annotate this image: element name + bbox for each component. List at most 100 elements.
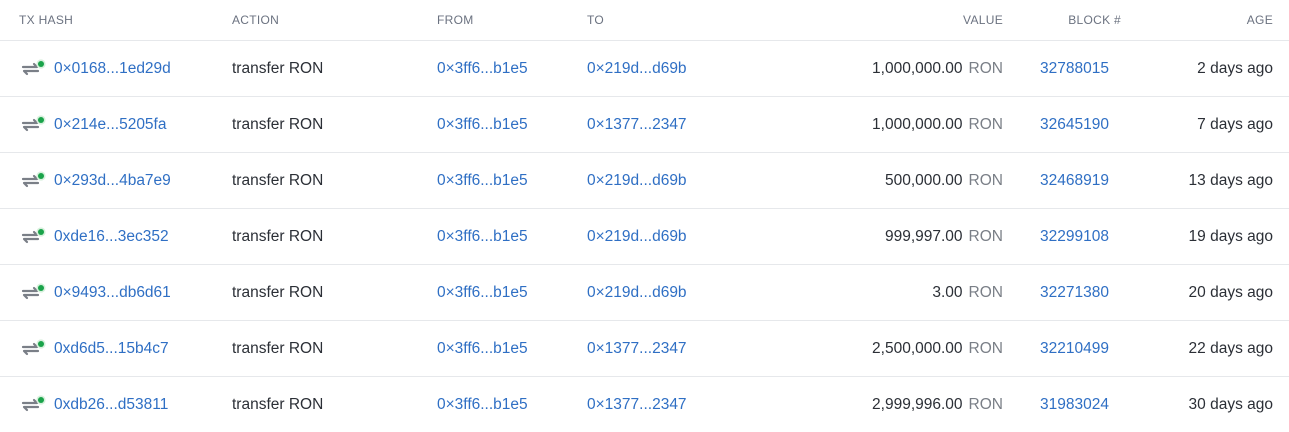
tx-hash-link[interactable]: 0×9493...db6d61 <box>54 283 171 303</box>
age-text: 19 days ago <box>1188 228 1273 245</box>
action-text: transfer RON <box>232 284 324 301</box>
to-address-link[interactable]: 0×219d...d69b <box>587 283 687 303</box>
table-row: 0×9493...db6d61 transfer RON 0×3ff6...b1… <box>0 265 1289 321</box>
value-unit: RON <box>968 228 1003 245</box>
action-text: transfer RON <box>232 116 324 133</box>
block-number-link[interactable]: 32645190 <box>1040 115 1109 135</box>
to-address-link[interactable]: 0×1377...2347 <box>587 395 687 415</box>
value-amount: 2,500,000.00 <box>872 340 963 357</box>
transfer-icon <box>20 395 46 415</box>
value-amount: 500,000.00 <box>884 172 963 189</box>
transactions-table: TX HASH ACTION FROM TO VALUE BLOCK # AGE… <box>0 0 1289 432</box>
transfer-icon <box>20 171 46 191</box>
status-success-icon <box>38 61 44 67</box>
transfer-icon <box>20 59 46 79</box>
column-header-value: VALUE <box>963 13 1003 27</box>
transfer-icon-svg <box>21 115 46 132</box>
status-success-icon <box>38 341 44 347</box>
value-cell: 1,000,000.00 RON <box>872 59 1003 79</box>
from-address-link[interactable]: 0×3ff6...b1e5 <box>437 115 528 135</box>
action-text: transfer RON <box>232 396 324 413</box>
value-cell: 1,000,000.00 RON <box>872 115 1003 135</box>
transfer-icon <box>20 115 46 135</box>
block-number-link[interactable]: 32468919 <box>1040 171 1109 191</box>
block-number-link[interactable]: 32210499 <box>1040 339 1109 359</box>
action-text: transfer RON <box>232 60 324 77</box>
action-text: transfer RON <box>232 340 324 357</box>
value-unit: RON <box>968 172 1003 189</box>
column-header-action: ACTION <box>232 13 280 27</box>
transfer-icon-svg <box>21 171 46 188</box>
to-address-link[interactable]: 0×1377...2347 <box>587 339 687 359</box>
action-text: transfer RON <box>232 172 324 189</box>
status-success-icon <box>38 397 44 403</box>
value-amount: 3.00 <box>932 284 963 301</box>
age-text: 13 days ago <box>1188 172 1273 189</box>
value-unit: RON <box>968 340 1003 357</box>
age-text: 2 days ago <box>1197 60 1273 77</box>
from-address-link[interactable]: 0×3ff6...b1e5 <box>437 59 528 79</box>
column-header-tx-hash: TX HASH <box>19 13 74 27</box>
block-number-link[interactable]: 32788015 <box>1040 59 1109 79</box>
value-cell: 2,999,996.00 RON <box>872 395 1003 415</box>
value-unit: RON <box>968 116 1003 133</box>
transfer-icon-svg <box>21 59 46 76</box>
table-header: TX HASH ACTION FROM TO VALUE BLOCK # AGE <box>0 0 1289 41</box>
from-address-link[interactable]: 0×3ff6...b1e5 <box>437 395 528 415</box>
from-address-link[interactable]: 0×3ff6...b1e5 <box>437 171 528 191</box>
value-cell: 500,000.00 RON <box>885 171 1003 191</box>
from-address-link[interactable]: 0×3ff6...b1e5 <box>437 283 528 303</box>
value-cell: 2,500,000.00 RON <box>872 339 1003 359</box>
value-amount: 2,999,996.00 <box>872 396 963 413</box>
column-header-to: TO <box>587 13 605 27</box>
age-text: 7 days ago <box>1197 116 1273 133</box>
value-unit: RON <box>968 60 1003 77</box>
to-address-link[interactable]: 0×219d...d69b <box>587 59 687 79</box>
column-header-from: FROM <box>437 13 474 27</box>
table-row: 0xd6d5...15b4c7 transfer RON 0×3ff6...b1… <box>0 321 1289 377</box>
status-success-icon <box>38 285 44 291</box>
column-header-block: BLOCK # <box>1068 13 1121 27</box>
transfer-icon <box>20 227 46 247</box>
table-row: 0×214e...5205fa transfer RON 0×3ff6...b1… <box>0 97 1289 153</box>
status-success-icon <box>38 229 44 235</box>
tx-hash-link[interactable]: 0×214e...5205fa <box>54 115 166 135</box>
age-text: 30 days ago <box>1188 396 1273 413</box>
value-unit: RON <box>968 284 1003 301</box>
table-body: 0×0168...1ed29d transfer RON 0×3ff6...b1… <box>0 41 1289 432</box>
table-row: 0×293d...4ba7e9 transfer RON 0×3ff6...b1… <box>0 153 1289 209</box>
transfer-icon-svg <box>21 283 46 300</box>
transfer-icon-svg <box>21 227 46 244</box>
tx-hash-link[interactable]: 0xde16...3ec352 <box>54 227 169 247</box>
to-address-link[interactable]: 0×219d...d69b <box>587 171 687 191</box>
from-address-link[interactable]: 0×3ff6...b1e5 <box>437 227 528 247</box>
to-address-link[interactable]: 0×1377...2347 <box>587 115 687 135</box>
value-amount: 999,997.00 <box>884 228 963 245</box>
block-number-link[interactable]: 32271380 <box>1040 283 1109 303</box>
table-row: 0xde16...3ec352 transfer RON 0×3ff6...b1… <box>0 209 1289 265</box>
tx-hash-link[interactable]: 0×293d...4ba7e9 <box>54 171 171 191</box>
value-cell: 999,997.00 RON <box>885 227 1003 247</box>
column-header-age: AGE <box>1246 13 1273 27</box>
value-amount: 1,000,000.00 <box>872 60 963 77</box>
block-number-link[interactable]: 32299108 <box>1040 227 1109 247</box>
transfer-icon-svg <box>21 339 46 356</box>
age-text: 22 days ago <box>1188 340 1273 357</box>
to-address-link[interactable]: 0×219d...d69b <box>587 227 687 247</box>
from-address-link[interactable]: 0×3ff6...b1e5 <box>437 339 528 359</box>
tx-hash-link[interactable]: 0xd6d5...15b4c7 <box>54 339 169 359</box>
transfer-icon <box>20 339 46 359</box>
status-success-icon <box>38 117 44 123</box>
age-text: 20 days ago <box>1188 284 1273 301</box>
block-number-link[interactable]: 31983024 <box>1040 395 1109 415</box>
status-success-icon <box>38 173 44 179</box>
table-row: 0×0168...1ed29d transfer RON 0×3ff6...b1… <box>0 41 1289 97</box>
value-amount: 1,000,000.00 <box>872 116 963 133</box>
value-unit: RON <box>968 396 1003 413</box>
tx-hash-link[interactable]: 0×0168...1ed29d <box>54 59 171 79</box>
tx-hash-link[interactable]: 0xdb26...d53811 <box>54 395 168 415</box>
action-text: transfer RON <box>232 228 324 245</box>
transfer-icon-svg <box>21 395 46 412</box>
value-cell: 3.00 RON <box>932 283 1003 303</box>
transfer-icon <box>20 283 46 303</box>
